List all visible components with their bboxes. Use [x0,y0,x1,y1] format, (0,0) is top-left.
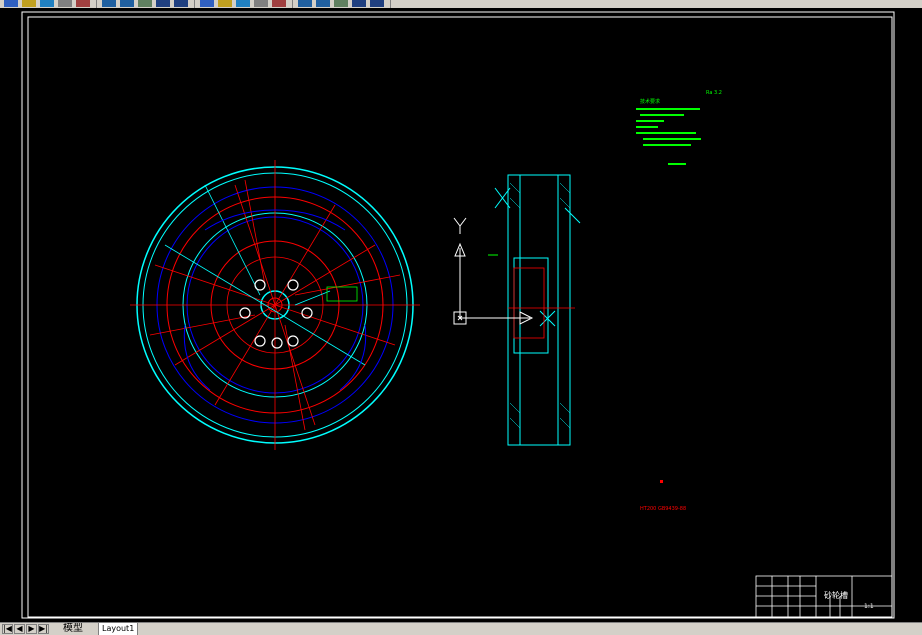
prev-tab-button[interactable]: ◀ [14,624,25,634]
qnew-icon[interactable] [4,0,18,7]
tech-requirements: 技术要求 Ra 3.2 [636,90,722,165]
redo-icon[interactable] [120,0,134,7]
section-view [494,174,581,446]
outer-frame [21,11,895,619]
linetype-icon[interactable] [370,0,384,7]
save-icon[interactable] [40,0,54,7]
zoom-window-icon[interactable] [174,0,188,7]
svg-text:HT200 GB9439-88: HT200 GB9439-88 [640,506,686,512]
first-tab-button[interactable]: |◀ [2,624,13,634]
toolbar-separator [194,0,195,8]
tech-req-heading: 技术要求 [640,98,660,105]
title-block-scale: 1:1 [864,603,874,610]
design-center-icon[interactable] [236,0,250,7]
zoom-previous-icon[interactable] [200,0,214,7]
calc-icon[interactable] [316,0,330,7]
ucs-axis-label: Y [470,235,471,237]
cad-drawing: Y 技术要求 Ra 3.2 HT200 GB9439-88 砂轮槽 1:1 [21,11,895,619]
next-tab-button[interactable]: ▶ [26,624,37,634]
properties-icon[interactable] [218,0,232,7]
drawing-canvas[interactable]: Y 技术要求 Ra 3.2 HT200 GB9439-88 砂轮槽 1:1 [0,8,922,622]
tab-model[interactable]: 模型 [60,623,86,635]
last-tab-button[interactable]: ▶| [38,624,49,634]
layout-tab-bar: |◀ ◀ ▶ ▶| 模型 Layout1 [0,622,922,635]
color-icon[interactable] [352,0,366,7]
print-icon[interactable] [58,0,72,7]
preview-icon[interactable] [76,0,90,7]
pan-icon[interactable] [138,0,152,7]
tab-layout1[interactable]: Layout1 [98,623,139,635]
tech-req-label: Ra 3.2 [706,90,722,96]
zoom-icon[interactable] [156,0,170,7]
title-block-name: 砂轮槽 [824,590,848,600]
layer-icon[interactable] [334,0,348,7]
markup-icon[interactable] [298,0,312,7]
open-icon[interactable] [22,0,36,7]
undo-icon[interactable] [102,0,116,7]
toolbar-separator [390,0,391,8]
tool-palettes-icon[interactable] [254,0,268,7]
sheet-set-icon[interactable] [272,0,286,7]
toolbar-separator [292,0,293,8]
section-hatching [509,182,571,429]
front-view-wheel [130,160,420,450]
toolbar-separator [96,0,97,8]
material-note: HT200 GB9439-88 [640,480,686,512]
